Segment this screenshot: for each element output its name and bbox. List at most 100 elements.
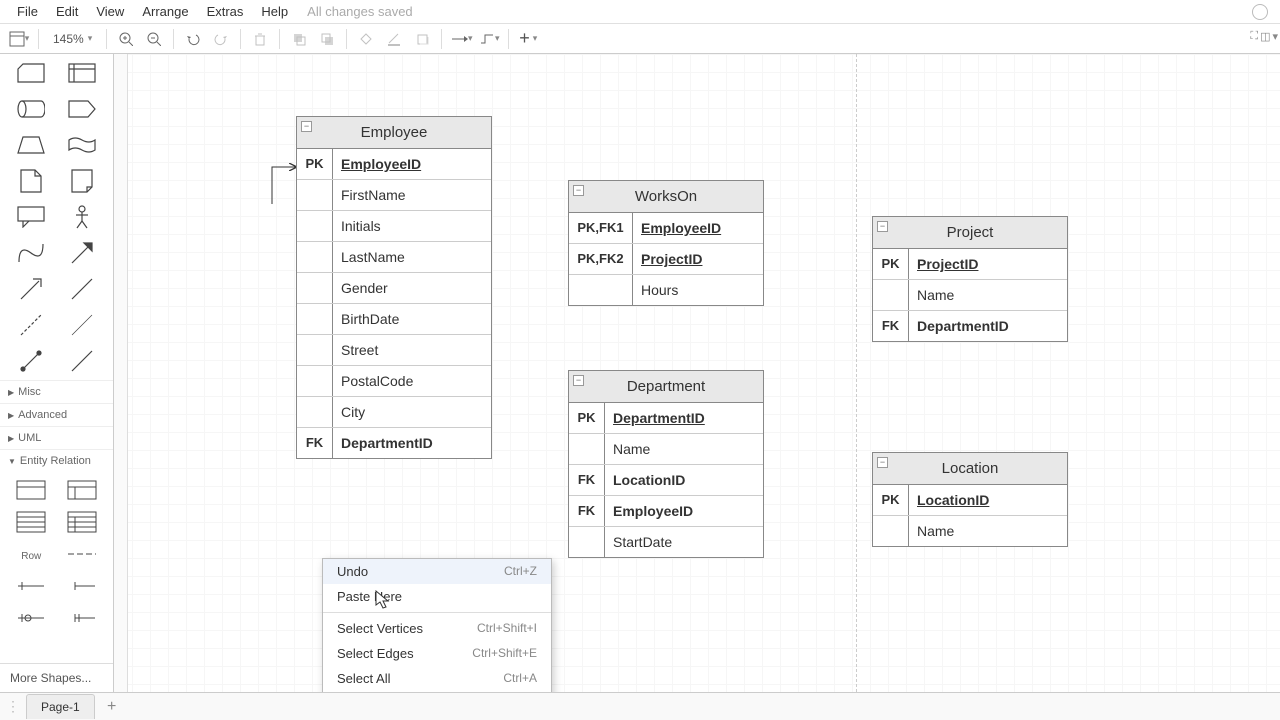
entity-project[interactable]: −Project PKProjectIDNameFKDepartmentID (872, 216, 1068, 342)
context-menu-item[interactable]: Select AllCtrl+A (323, 666, 551, 691)
entity-department[interactable]: −Department PKDepartmentIDNameFKLocation… (568, 370, 764, 558)
context-menu-item[interactable]: Paste Here (323, 584, 551, 609)
table-row[interactable]: PKEmployeeID (297, 149, 491, 180)
shape-arrow-up[interactable] (10, 276, 53, 302)
fill-color-button[interactable] (353, 26, 379, 52)
zoom-level[interactable]: 145%▾ (45, 32, 100, 46)
table-row[interactable]: PK,FK2ProjectID (569, 244, 763, 275)
table-row[interactable]: PKLocationID (873, 485, 1067, 516)
shape-tape[interactable] (61, 132, 104, 158)
table-row[interactable]: FKDepartmentID (873, 311, 1067, 341)
shape-line-plain[interactable] (61, 348, 104, 374)
menu-label: Select Edges (337, 646, 414, 661)
page-handle-icon[interactable]: ⋮ (6, 698, 20, 715)
table-row[interactable]: PK,FK1EmployeeID (569, 213, 763, 244)
entity-employee[interactable]: −Employee PKEmployeeIDFirstNameInitialsL… (296, 116, 492, 459)
shape-arrow[interactable] (61, 96, 104, 122)
table-row[interactable]: Name (873, 280, 1067, 311)
menu-view[interactable]: View (87, 1, 133, 22)
shadow-button[interactable] (409, 26, 435, 52)
shape-line-diag[interactable] (61, 276, 104, 302)
table-row[interactable]: Street (297, 335, 491, 366)
table-row[interactable]: BirthDate (297, 304, 491, 335)
shape-line-dots[interactable] (10, 348, 53, 374)
sidebar-section-advanced[interactable]: ▶Advanced (0, 403, 113, 426)
table-row[interactable]: Gender (297, 273, 491, 304)
sidebar-section-uml[interactable]: ▶UML (0, 426, 113, 449)
shape-actor[interactable] (61, 204, 104, 230)
shape-card[interactable] (10, 60, 53, 86)
shape-note[interactable] (61, 168, 104, 194)
connection-button[interactable]: ▾ (448, 26, 474, 52)
er-conn-1[interactable] (10, 574, 53, 598)
undo-button[interactable] (180, 26, 206, 52)
menu-arrange[interactable]: Arrange (133, 1, 197, 22)
table-row[interactable]: Initials (297, 211, 491, 242)
er-shape-4[interactable] (61, 510, 104, 534)
redo-button[interactable] (208, 26, 234, 52)
menu-file[interactable]: File (8, 1, 47, 22)
menu-extras[interactable]: Extras (198, 1, 253, 22)
waypoint-button[interactable]: ▾ (476, 26, 502, 52)
menu-edit[interactable]: Edit (47, 1, 87, 22)
context-menu-item[interactable]: Select VerticesCtrl+Shift+I (323, 616, 551, 641)
er-row-line[interactable] (61, 542, 104, 566)
sidebar-section-misc[interactable]: ▶Misc (0, 380, 113, 403)
menu-help[interactable]: Help (252, 1, 297, 22)
zoom-out-button[interactable] (141, 26, 167, 52)
table-row[interactable]: Hours (569, 275, 763, 305)
shape-page[interactable] (10, 168, 53, 194)
er-shape-3[interactable] (10, 510, 53, 534)
table-row[interactable]: City (297, 397, 491, 428)
language-icon[interactable] (1252, 4, 1268, 20)
panel-toggles[interactable]: ⛶◫▾ (1250, 30, 1278, 43)
add-page-button[interactable]: + (101, 696, 123, 718)
shape-internal-storage[interactable] (61, 60, 104, 86)
menu-separator (323, 612, 551, 613)
entity-workson[interactable]: −WorksOn PK,FK1EmployeeIDPK,FK2ProjectID… (568, 180, 764, 306)
zoom-in-button[interactable] (113, 26, 139, 52)
shape-dashed-line[interactable] (10, 312, 53, 338)
entity-location[interactable]: −Location PKLocationIDName (872, 452, 1068, 547)
table-row[interactable]: FKDepartmentID (297, 428, 491, 458)
er-shape-1[interactable] (10, 478, 53, 502)
view-mode-button[interactable]: ▾ (6, 26, 32, 52)
shape-curve[interactable] (10, 240, 53, 266)
collapse-icon[interactable]: − (573, 375, 584, 386)
collapse-icon[interactable]: − (877, 457, 888, 468)
table-row[interactable]: PostalCode (297, 366, 491, 397)
shape-arrow-diag[interactable] (61, 240, 104, 266)
context-menu-item[interactable]: UndoCtrl+Z (323, 559, 551, 584)
to-back-button[interactable] (314, 26, 340, 52)
collapse-icon[interactable]: − (573, 185, 584, 196)
canvas[interactable]: −Employee PKEmployeeIDFirstNameInitialsL… (114, 54, 1280, 692)
table-row[interactable]: LastName (297, 242, 491, 273)
table-row[interactable]: Name (873, 516, 1067, 546)
shape-callout[interactable] (10, 204, 53, 230)
page-tab[interactable]: Page-1 (26, 694, 95, 719)
er-conn-4[interactable] (61, 606, 104, 630)
shape-thin-line[interactable] (61, 312, 104, 338)
more-shapes-button[interactable]: More Shapes... (0, 663, 113, 692)
shape-trapezoid[interactable] (10, 132, 53, 158)
context-menu-item[interactable]: Select EdgesCtrl+Shift+E (323, 641, 551, 666)
er-conn-3[interactable] (10, 606, 53, 630)
table-row[interactable]: PKProjectID (873, 249, 1067, 280)
collapse-icon[interactable]: − (301, 121, 312, 132)
table-row[interactable]: FKLocationID (569, 465, 763, 496)
delete-button[interactable] (247, 26, 273, 52)
sidebar-section-entity[interactable]: ▼Entity Relation (0, 449, 113, 472)
shape-cylinder-h[interactable] (10, 96, 53, 122)
line-color-button[interactable] (381, 26, 407, 52)
insert-button[interactable]: +▾ (515, 26, 541, 52)
er-shape-2[interactable] (61, 478, 104, 502)
table-row[interactable]: FirstName (297, 180, 491, 211)
collapse-icon[interactable]: − (877, 221, 888, 232)
to-front-button[interactable] (286, 26, 312, 52)
table-row[interactable]: StartDate (569, 527, 763, 557)
table-row[interactable]: FKEmployeeID (569, 496, 763, 527)
table-row[interactable]: PKDepartmentID (569, 403, 763, 434)
row-key: PK (569, 403, 605, 433)
table-row[interactable]: Name (569, 434, 763, 465)
er-conn-2[interactable] (61, 574, 104, 598)
